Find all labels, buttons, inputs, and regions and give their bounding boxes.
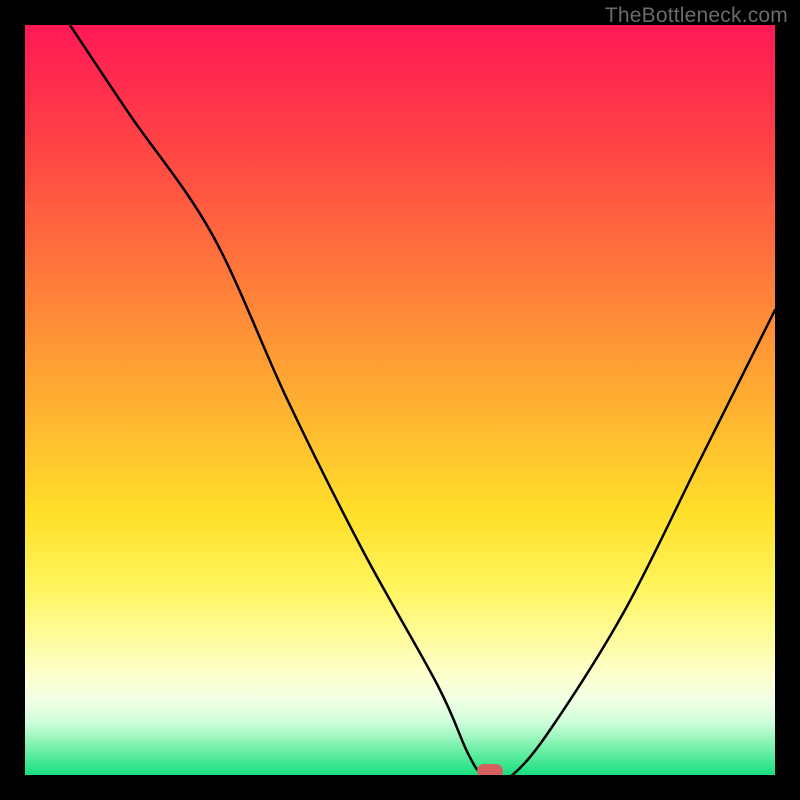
watermark-text: TheBottleneck.com (605, 4, 788, 28)
optimum-marker (477, 764, 503, 775)
bottleneck-curve (25, 25, 775, 775)
chart-frame: TheBottleneck.com (0, 0, 800, 800)
plot-area (25, 25, 775, 775)
